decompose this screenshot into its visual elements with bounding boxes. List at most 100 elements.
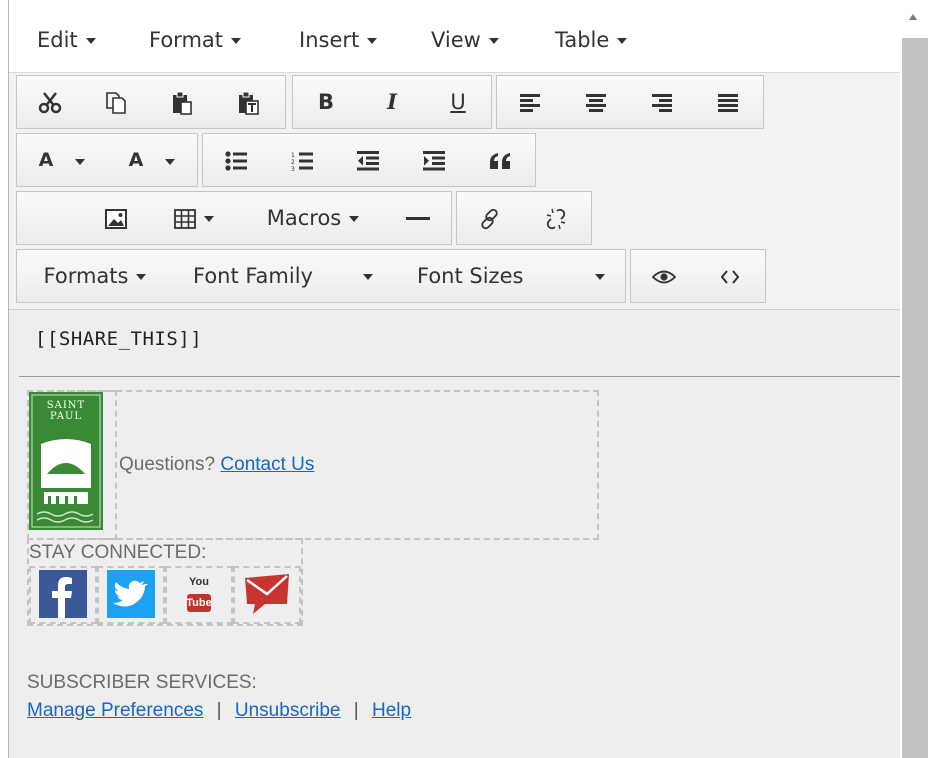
paste-text-icon (239, 91, 259, 115)
cut-button[interactable] (17, 76, 83, 128)
code-icon (720, 269, 740, 284)
logo-text-line1: SAINT (46, 400, 86, 411)
editor-frame: Edit Format Insert View Table B I U A A … (8, 0, 901, 758)
indent-icon (423, 150, 445, 170)
chevron-down-icon (165, 158, 176, 165)
alignment-group (496, 75, 764, 129)
svg-text:1: 1 (291, 152, 295, 159)
clipboard-group (16, 75, 286, 129)
menu-edit[interactable]: Edit (37, 22, 96, 58)
blockquote-button[interactable] (467, 134, 533, 186)
insert-link-button[interactable] (457, 192, 523, 244)
youtube-text-you: You (189, 576, 209, 588)
align-center-button[interactable] (563, 76, 629, 128)
image-icon (105, 208, 127, 229)
color-group: A A (16, 133, 198, 187)
italic-button[interactable]: I (359, 76, 425, 128)
help-link[interactable]: Help (372, 700, 411, 721)
chevron-down-icon (349, 216, 360, 222)
formats-label: Formats (43, 264, 129, 288)
chevron-down-icon (488, 38, 499, 44)
remove-link-button[interactable] (523, 192, 589, 244)
list-group: 123 (202, 133, 536, 187)
horizontal-line-icon (406, 216, 430, 220)
insert-table-button[interactable] (149, 192, 239, 244)
menu-insert-label: Insert (299, 28, 360, 52)
bullet-list-button[interactable] (203, 134, 269, 186)
saint-paul-logo: SAINT PAUL (29, 392, 103, 530)
svg-text:2: 2 (291, 159, 295, 166)
chevron-down-icon (617, 38, 628, 44)
underline-button[interactable]: U (425, 76, 491, 128)
scroll-up-arrow-icon[interactable] (909, 14, 917, 20)
font-sizes-label: Font Sizes (417, 264, 524, 288)
menu-view[interactable]: View (431, 22, 499, 58)
toolbar: B I U A A 1 2 3 Macros Formats Font Fami… (9, 73, 901, 310)
chevron-down-icon (595, 274, 605, 280)
unsubscribe-link[interactable]: Unsubscribe (235, 700, 341, 721)
empty-button[interactable] (17, 192, 83, 244)
manage-preferences-link[interactable]: Manage Preferences (27, 700, 203, 721)
menu-format[interactable]: Format (149, 22, 242, 58)
background-color-button[interactable]: A (107, 134, 197, 186)
align-left-button[interactable] (497, 76, 563, 128)
menu-table[interactable]: Table (555, 22, 628, 58)
chevron-down-icon (136, 274, 147, 280)
scrollbar-thumb[interactable] (902, 38, 928, 758)
contact-us-link[interactable]: Contact Us (220, 454, 314, 475)
formats-select[interactable]: Formats (17, 250, 173, 302)
horizontal-rule-button[interactable] (387, 192, 449, 244)
twitter-icon[interactable] (107, 570, 155, 618)
text-color-button[interactable]: A (17, 134, 107, 186)
view-group (630, 249, 766, 303)
paste-text-button[interactable] (215, 76, 281, 128)
menu-table-label: Table (555, 28, 610, 52)
format-select-group: Formats Font Family Font Sizes (16, 249, 626, 303)
unlink-icon (546, 208, 566, 229)
vertical-scrollbar[interactable] (900, 0, 930, 758)
copy-button[interactable] (83, 76, 149, 128)
email-icon[interactable] (243, 570, 291, 618)
bullet-list-icon (225, 150, 247, 171)
bg-color-letter: A (128, 149, 144, 171)
subscriber-links: Manage Preferences | Unsubscribe | Help (27, 700, 411, 722)
indent-button[interactable] (401, 134, 467, 186)
text-color-letter: A (38, 149, 54, 171)
divider (19, 376, 901, 377)
chevron-down-icon (363, 274, 373, 280)
share-this-token: [[SHARE_THIS]] (35, 328, 203, 350)
eye-icon (651, 270, 677, 283)
chevron-down-icon (204, 215, 214, 222)
scissors-icon (38, 91, 62, 113)
source-code-button[interactable] (697, 250, 763, 302)
numbered-list-button[interactable]: 123 (269, 134, 335, 186)
paste-button[interactable] (149, 76, 215, 128)
quote-icon (490, 152, 510, 169)
align-justify-button[interactable] (695, 76, 761, 128)
align-justify-icon (718, 93, 738, 112)
align-center-icon (586, 93, 606, 112)
insert-group: Macros (16, 191, 452, 245)
font-sizes-select[interactable]: Font Sizes (399, 250, 625, 302)
svg-text:3: 3 (291, 166, 295, 171)
stay-connected-label: STAY CONNECTED: (29, 542, 207, 563)
font-family-select[interactable]: Font Family (173, 250, 399, 302)
numbered-list-icon: 123 (291, 152, 313, 173)
questions-text: Questions? (119, 454, 216, 475)
link-separator: | (216, 700, 222, 721)
youtube-icon[interactable]: You Tube (175, 570, 223, 618)
align-right-icon (652, 93, 672, 112)
align-left-icon (520, 93, 540, 112)
editor-content[interactable]: [[SHARE_THIS]] SAINT PAUL Questions? Con… (9, 310, 901, 758)
font-family-label: Font Family (193, 264, 313, 288)
macros-button[interactable]: Macros (239, 192, 387, 244)
align-right-button[interactable] (629, 76, 695, 128)
facebook-icon[interactable] (39, 570, 87, 618)
insert-image-button[interactable] (83, 192, 149, 244)
menubar: Edit Format Insert View Table (9, 0, 901, 73)
menu-edit-label: Edit (37, 28, 78, 52)
preview-button[interactable] (631, 250, 697, 302)
outdent-button[interactable] (335, 134, 401, 186)
bold-button[interactable]: B (293, 76, 359, 128)
menu-insert[interactable]: Insert (299, 22, 378, 58)
